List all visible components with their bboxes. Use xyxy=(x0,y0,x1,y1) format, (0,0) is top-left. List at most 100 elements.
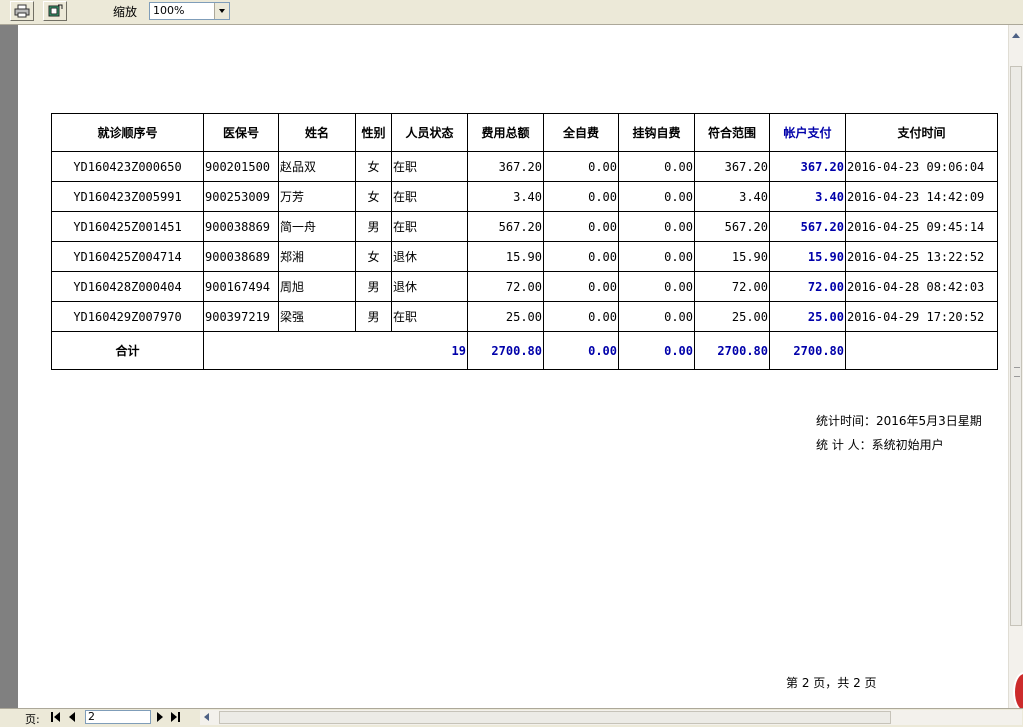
column-header: 挂钩自费 xyxy=(618,113,695,152)
page-number-input[interactable]: 2 xyxy=(85,710,151,724)
table-row: YD160425Z001451 900038869 简一舟男在职 567.20 0.00… xyxy=(51,211,998,242)
total-count: 19 xyxy=(203,331,468,370)
personnel-status-cell: 在职 xyxy=(391,211,468,242)
total-self-pay: 0.00 xyxy=(543,331,619,370)
account-pay-cell: 72.00 xyxy=(769,271,846,302)
pay-time-cell: 2016-04-28 08:42:03 xyxy=(845,271,998,302)
hook-self-pay-cell: 0.00 xyxy=(618,241,695,272)
stat-time: 统计时间：2016年5月3日星期 xyxy=(816,414,982,428)
account-pay-cell: 3.40 xyxy=(769,181,846,212)
table-row: YD160425Z004714 900038689 郑湘女退休 15.90 0.00 0.… xyxy=(51,241,998,272)
personnel-status-cell: 在职 xyxy=(391,181,468,212)
self-pay-cell: 0.00 xyxy=(543,271,619,302)
in-scope-cell: 3.40 xyxy=(694,181,770,212)
self-pay-cell: 0.00 xyxy=(543,301,619,332)
column-header: 全自费 xyxy=(543,113,619,152)
in-scope-cell: 567.20 xyxy=(694,211,770,242)
visit-no-cell: YD160423Z000650 xyxy=(51,151,204,182)
pay-time-cell: 2016-04-23 09:06:04 xyxy=(845,151,998,182)
column-header: 人员状态 xyxy=(391,113,468,152)
next-page-icon[interactable] xyxy=(154,711,166,723)
page-info: 第 2 页，共 2 页 xyxy=(786,676,877,690)
last-page-icon[interactable] xyxy=(169,711,181,723)
column-header: 就诊顺序号 xyxy=(51,113,204,152)
pay-time-cell: 2016-04-25 09:45:14 xyxy=(845,211,998,242)
patient-name-cell: 郑湘 xyxy=(278,241,356,272)
insurance-no-cell: 900038689 xyxy=(203,241,279,272)
self-pay-cell: 0.00 xyxy=(543,151,619,182)
hook-self-pay-cell: 0.00 xyxy=(618,181,695,212)
print-button[interactable] xyxy=(10,1,34,21)
total-fee-cell: 72.00 xyxy=(467,271,544,302)
toolbar: 缩放 100% xyxy=(0,0,1023,25)
zoom-value: 100% xyxy=(153,4,185,17)
table-row: YD160428Z000404 900167494 周旭男退休 72.00 0.00 0.… xyxy=(51,271,998,302)
pay-time-cell: 2016-04-29 17:20:52 xyxy=(845,301,998,332)
visit-no-cell: YD160423Z005991 xyxy=(51,181,204,212)
hook-self-pay-cell: 0.00 xyxy=(618,151,695,182)
prev-page-icon[interactable] xyxy=(66,711,78,723)
scroll-thumb[interactable] xyxy=(1010,66,1022,626)
export-button[interactable] xyxy=(43,1,67,21)
left-margin xyxy=(0,25,18,708)
insurance-no-cell: 900397219 xyxy=(203,301,279,332)
pay-time-cell: 2016-04-23 14:42:09 xyxy=(845,181,998,212)
column-header: 医保号 xyxy=(203,113,279,152)
total-fee-cell: 3.40 xyxy=(467,181,544,212)
zoom-select[interactable]: 100% xyxy=(149,2,230,20)
visit-no-cell: YD160429Z007970 xyxy=(51,301,204,332)
column-header: 性别 xyxy=(355,113,392,152)
hook-self-pay-cell: 0.00 xyxy=(618,211,695,242)
horizontal-scrollbar[interactable] xyxy=(200,710,1022,725)
in-scope-cell: 367.20 xyxy=(694,151,770,182)
in-scope-cell: 15.90 xyxy=(694,241,770,272)
column-header: 符合范围 xyxy=(694,113,770,152)
self-pay-cell: 0.00 xyxy=(543,241,619,272)
personnel-status-cell: 在职 xyxy=(391,151,468,182)
table-row: YD160423Z005991 900253009 万芳女在职 3.40 0.00 0.0… xyxy=(51,181,998,212)
scroll-up-icon[interactable] xyxy=(1010,29,1022,43)
gender-cell: 男 xyxy=(355,211,392,242)
account-pay-cell: 25.00 xyxy=(769,301,846,332)
gender-cell: 男 xyxy=(355,271,392,302)
page-label: 页: xyxy=(25,713,40,726)
account-pay-cell: 15.90 xyxy=(769,241,846,272)
page-number-value: 2 xyxy=(88,710,95,723)
total-empty-cell xyxy=(845,331,998,370)
column-header: 姓名 xyxy=(278,113,356,152)
hscroll-thumb[interactable] xyxy=(219,711,891,724)
total-fee-cell: 367.20 xyxy=(467,151,544,182)
account-pay-cell: 567.20 xyxy=(769,211,846,242)
stat-person: 统 计 人：系统初始用户 xyxy=(816,438,944,452)
patient-name-cell: 简一舟 xyxy=(278,211,356,242)
table-row: YD160423Z000650 900201500 赵品双女在职 367.20 0.00… xyxy=(51,151,998,182)
patient-name-cell: 万芳 xyxy=(278,181,356,212)
account-pay-cell: 367.20 xyxy=(769,151,846,182)
chevron-down-icon[interactable] xyxy=(214,3,229,19)
scroll-left-icon[interactable] xyxy=(204,713,209,721)
visit-no-cell: YD160428Z000404 xyxy=(51,271,204,302)
total-fee-cell: 25.00 xyxy=(467,301,544,332)
total-label: 合计 xyxy=(51,331,204,370)
total-fee-cell: 15.90 xyxy=(467,241,544,272)
column-header: 帐户支付 xyxy=(769,113,846,152)
first-page-icon[interactable] xyxy=(50,711,62,723)
gender-cell: 女 xyxy=(355,181,392,212)
patient-name-cell: 赵品双 xyxy=(278,151,356,182)
hook-self-pay-cell: 0.00 xyxy=(618,271,695,302)
gender-cell: 女 xyxy=(355,241,392,272)
insurance-no-cell: 900201500 xyxy=(203,151,279,182)
patient-name-cell: 周旭 xyxy=(278,271,356,302)
vertical-scrollbar[interactable] xyxy=(1008,25,1023,708)
table-row: YD160429Z007970 900397219 梁强男在职 25.00 0.00 0.… xyxy=(51,301,998,332)
personnel-status-cell: 退休 xyxy=(391,241,468,272)
gender-cell: 女 xyxy=(355,151,392,182)
gender-cell: 男 xyxy=(355,301,392,332)
personnel-status-cell: 退休 xyxy=(391,271,468,302)
status-bar: 页: 2 xyxy=(0,708,1023,727)
pay-time-cell: 2016-04-25 13:22:52 xyxy=(845,241,998,272)
grip-icon xyxy=(1014,367,1020,377)
zoom-label: 缩放 xyxy=(113,5,138,19)
visit-no-cell: YD160425Z001451 xyxy=(51,211,204,242)
column-header: 支付时间 xyxy=(845,113,998,152)
